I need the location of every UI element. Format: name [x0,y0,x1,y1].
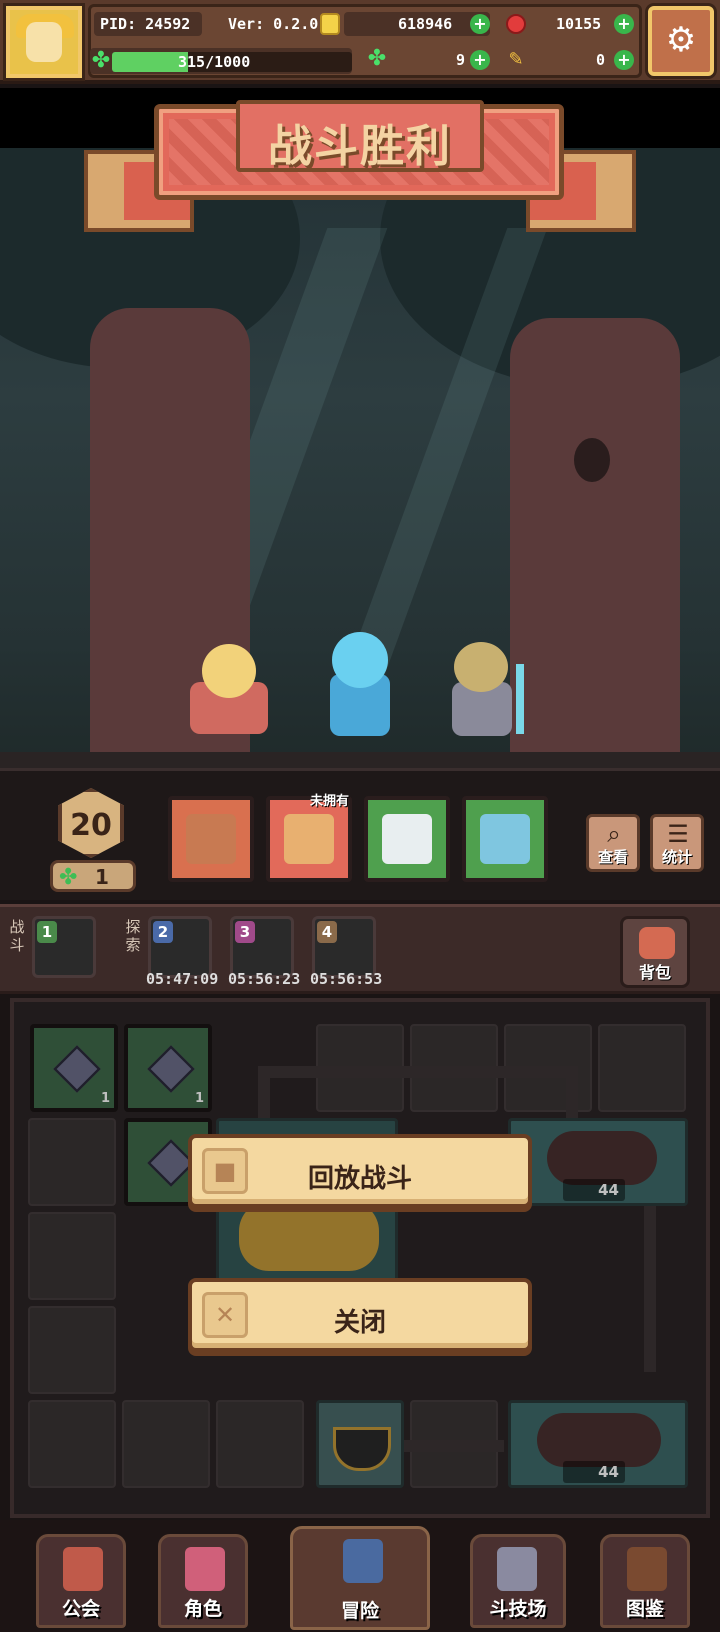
gear-icon: ⚙ [665,20,697,60]
character-icon [185,1547,225,1591]
stamina-value: 315/1000 [178,53,251,71]
armor-icon [382,814,432,864]
hero-head [332,632,388,688]
tree-hollow [574,438,610,482]
loot-item-scroll[interactable] [168,796,254,882]
top-hud: PID: 24592 Ver: 0.2.0.4 618946 + 10155 +… [0,0,720,84]
adventure-map-icon [343,1539,383,1583]
pid-text: PID: 24592 [100,15,191,33]
team-slot-3[interactable]: 3 [230,916,294,978]
slot-number: 1 [37,921,57,943]
nav-label: 冒险 [340,1600,379,1622]
view-label: 查看 [597,848,628,866]
battle-tag: 战斗 [9,918,25,954]
nav-guild[interactable]: 公会 [36,1534,126,1628]
hero-armored-knight[interactable] [438,634,530,738]
loot-item-ring[interactable]: 未拥有 [266,794,352,882]
nav-label: 公会 [61,1598,100,1620]
ring-icon [284,814,334,864]
add-keys-plus-icon[interactable]: + [614,50,634,70]
hero-head [454,642,508,692]
slot-2-timer: 05:47:09 [146,970,219,988]
slot-3-timer: 05:56:23 [228,970,301,988]
view-button[interactable]: ⌕ 查看 [586,814,640,872]
replay-label: 回放战斗 [307,1164,412,1194]
stamina-bar-fill [112,52,188,72]
slot-4-timer: 05:56:53 [310,970,383,988]
piggy-bag-icon [639,927,675,959]
loot-item-boots[interactable] [462,796,548,882]
stats-label: 统计 [661,848,692,866]
stats-button[interactable]: ☰ 统计 [650,814,704,872]
banner-title: 战斗胜利 [268,121,452,172]
add-gems-plus-icon[interactable]: + [614,14,634,34]
hero-head [202,644,256,698]
team-slot-2[interactable]: 2 [148,916,212,978]
clovers-value: 9 [456,51,466,69]
slot-number: 4 [317,921,337,943]
slot-number: 2 [153,921,173,943]
list-icon: ☰ [667,820,689,848]
clover-reward-value: 1 [95,865,109,889]
team-slot-1[interactable]: 1 [32,916,96,978]
nav-codex[interactable]: 图鉴 [600,1534,690,1628]
explore-tag: 探索 [125,918,141,954]
clover-icon: ✤ [367,46,387,71]
add-clovers-plus-icon[interactable]: + [470,50,490,70]
settings-button[interactable]: ⚙ [648,6,714,76]
keys-value: 0 [596,51,606,69]
clover-reward: ✤ 1 [50,860,136,892]
modal-dim-overlay [10,998,710,1518]
gold-coin-icon [320,13,340,35]
banner-title-plate: 战斗胜利 [236,100,484,172]
boots-icon [480,814,530,864]
replay-battle-button[interactable]: ■ 回放战斗 [188,1134,532,1208]
hero-blonde-princess[interactable] [184,638,274,738]
guild-house-icon [63,1547,103,1591]
nav-label: 图鉴 [625,1598,664,1620]
nav-label: 角色 [183,1598,222,1620]
close-label: 关闭 [333,1308,386,1338]
tree-right [510,318,680,768]
crossed-swords-icon [497,1547,537,1591]
player-avatar[interactable] [6,6,82,78]
nav-character[interactable]: 角色 [158,1534,248,1628]
loot-item-chest-armor[interactable] [364,796,450,882]
key-icon: ✎ [508,49,524,70]
bag-button[interactable]: 背包 [620,916,690,988]
victory-banner: 战斗胜利 [84,96,636,236]
slot-number: 3 [235,921,255,943]
nav-label: 斗技场 [489,1598,547,1620]
clover-icon: ✤ [59,865,78,890]
codex-book-icon [627,1547,667,1591]
add-gold-plus-icon[interactable]: + [470,14,490,34]
level-value: 20 [70,808,112,843]
stamina-clover-icon: ✤ [91,48,111,73]
battle-scene [0,148,720,768]
close-button[interactable]: ✕ 关闭 [188,1278,532,1352]
sword [516,664,524,734]
red-gem-icon [506,14,526,34]
ground [0,752,720,768]
gold-value: 618946 [398,15,453,33]
hero-ice-mage[interactable] [316,620,404,738]
magnifier-icon: ⌕ [607,820,621,848]
team-slot-4[interactable]: 4 [312,916,376,978]
bag-label: 背包 [638,963,671,982]
avatar-face [26,22,62,62]
nav-arena[interactable]: 斗技场 [470,1534,566,1628]
nav-adventure[interactable]: 冒险 [290,1526,430,1630]
not-owned-tag: 未拥有 [310,794,350,809]
scroll-icon [186,814,236,864]
gems-value: 10155 [556,15,602,33]
